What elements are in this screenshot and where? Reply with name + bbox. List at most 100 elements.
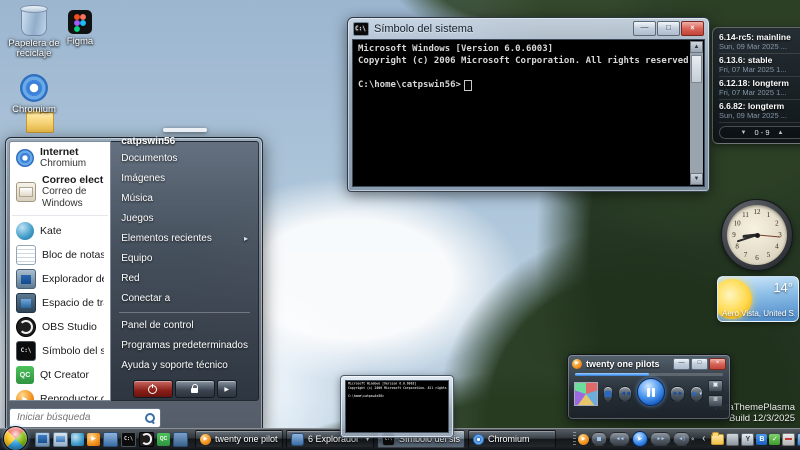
start-menu-place-item[interactable]: Panel de control xyxy=(111,316,258,336)
maximize-button[interactable]: □ xyxy=(691,358,708,370)
close-button[interactable]: × xyxy=(681,21,704,36)
taskbar-button[interactable]: Chromium xyxy=(468,430,556,448)
deskband-expand-icon[interactable]: » xyxy=(691,437,697,440)
taskbar-button[interactable]: twenty one pilots xyxy=(195,430,283,448)
scrollbar-thumb[interactable] xyxy=(691,55,702,83)
clock-gadget[interactable]: 121234567891011 xyxy=(721,199,793,271)
start-button[interactable] xyxy=(3,426,28,450)
minimize-button[interactable]: — xyxy=(673,358,690,370)
keyboard-icon[interactable] xyxy=(782,433,795,446)
start-search-box[interactable] xyxy=(9,408,161,428)
power-icon xyxy=(148,385,157,394)
session-options-button[interactable]: ▶ xyxy=(217,380,237,398)
weather-gadget[interactable]: 14° Aero Vista, United S... xyxy=(717,276,799,322)
desktop-icon[interactable]: Figma xyxy=(48,10,112,47)
deskband-volume-button[interactable]: ◄) xyxy=(673,432,690,446)
start-menu-place-item[interactable]: Documentos xyxy=(111,149,258,169)
folder-blue-icon[interactable] xyxy=(103,432,118,447)
start-menu-item[interactable]: Qt Creator xyxy=(10,363,110,387)
kernel-entry: 6.13.6: stable Fri, 07 Mar 2025 1... xyxy=(719,54,800,77)
user-name[interactable]: catpswin56 xyxy=(111,132,258,149)
submenu-arrow-icon: ▸ xyxy=(244,233,248,245)
close-button[interactable]: × xyxy=(709,358,726,370)
deskband-previous-button[interactable]: ◄◄ xyxy=(609,432,630,446)
deskband-next-button[interactable]: ►► xyxy=(650,432,671,446)
taskbar-button-label: twenty one pilots xyxy=(215,434,278,444)
desktop-icon-label: Chromium xyxy=(12,105,56,115)
update-icon[interactable] xyxy=(769,434,780,445)
volume-button[interactable]: ◄▾ xyxy=(690,386,703,402)
qtcreator-icon[interactable] xyxy=(157,433,170,446)
pager-next-button[interactable]: ▲ xyxy=(778,130,784,136)
switch-to-full-mode-button[interactable]: ▣ xyxy=(708,380,723,392)
start-menu-place-item[interactable]: Equipo xyxy=(111,249,258,269)
desktop-icon-label: Figma xyxy=(67,37,93,47)
terminal-scrollbar[interactable]: ▲ ▼ xyxy=(690,41,703,185)
media-player-titlebar[interactable]: twenty one pilots — □ × xyxy=(568,355,730,371)
display-icon[interactable] xyxy=(35,432,50,447)
scroll-down-icon[interactable]: ▼ xyxy=(690,173,703,185)
item-label: Kate xyxy=(40,225,62,237)
start-menu-place-item[interactable]: Programas predeterminados xyxy=(111,336,258,356)
start-menu-item[interactable] xyxy=(12,215,108,216)
terminal-titlebar[interactable]: Símbolo del sistema — □ × xyxy=(348,18,709,39)
next-button[interactable]: ►► xyxy=(670,386,684,402)
obs-icon[interactable] xyxy=(139,432,154,447)
start-menu-item[interactable]: Espacio de trabajo del escritorio Pla... xyxy=(10,291,110,315)
power-button[interactable] xyxy=(133,380,173,398)
start-menu-item[interactable]: Reproductor de Windows Media xyxy=(10,387,110,401)
seek-progress xyxy=(575,373,649,376)
start-menu-item[interactable]: Kate xyxy=(10,219,110,243)
media-title: twenty one pilots xyxy=(586,359,660,369)
maximize-button[interactable]: □ xyxy=(657,21,680,36)
start-menu-place-item[interactable]: Juegos xyxy=(111,209,258,229)
seek-bar[interactable] xyxy=(575,373,723,376)
start-menu-item[interactable]: Explorador de Windows xyxy=(10,267,110,291)
wmp-icon xyxy=(200,434,211,445)
terminal-thumbnail[interactable]: Microsoft Windows [Version 6.0.6003]Copy… xyxy=(345,380,449,433)
deskband-play-button[interactable]: ▶ xyxy=(632,431,648,447)
start-menu-item[interactable]: Símbolo del sistema xyxy=(10,339,110,363)
start-menu-place-item[interactable]: Música xyxy=(111,189,258,209)
chevron-left-icon[interactable] xyxy=(698,434,709,445)
kate-icon[interactable] xyxy=(71,433,84,446)
folder-icon[interactable] xyxy=(711,434,724,445)
battery-icon[interactable] xyxy=(726,433,739,446)
wmp-icon[interactable] xyxy=(87,433,100,446)
start-menu-place-item[interactable]: Conectar a xyxy=(111,289,258,309)
start-menu-item[interactable]: Bloc de notas xyxy=(10,243,110,267)
show-desktop-icon[interactable] xyxy=(53,432,68,447)
start-menu-place-item[interactable] xyxy=(119,312,250,313)
desktop: Papelera de reciclaje Figma Chromium Vis… xyxy=(0,0,800,450)
usb-icon[interactable] xyxy=(741,433,754,446)
start-menu-place-item[interactable]: Elementos recientes ▸ xyxy=(111,229,258,249)
bluetooth-icon[interactable] xyxy=(756,434,767,445)
start-menu-place-item[interactable]: Red xyxy=(111,269,258,289)
pager-prev-button[interactable]: ▼ xyxy=(741,130,747,136)
previous-button[interactable]: ◄◄ xyxy=(618,386,632,402)
terminal-output-area[interactable]: Microsoft Windows [Version 6.0.6003]Copy… xyxy=(352,39,705,187)
item-label: Internet xyxy=(40,146,86,158)
search-input[interactable] xyxy=(15,411,144,424)
cmd-icon[interactable] xyxy=(121,432,136,447)
app-icon[interactable] xyxy=(173,432,188,447)
scroll-up-icon[interactable]: ▲ xyxy=(690,41,703,53)
start-menu-place-item[interactable]: Imágenes xyxy=(111,169,258,189)
start-menu-item[interactable]: Internet Chromium xyxy=(10,144,110,172)
taskbar-button-label: Chromium xyxy=(488,434,551,444)
kernel-versions-gadget[interactable]: 6.14-rc5: mainline Sun, 09 Mar 2025 ... … xyxy=(712,27,800,144)
pause-button[interactable] xyxy=(637,378,665,406)
minimize-button[interactable]: — xyxy=(633,21,656,36)
start-menu-item[interactable]: Correo electrónico Correo de Windows xyxy=(10,172,110,212)
desktop-icon[interactable]: Chromium xyxy=(2,74,66,115)
playlist-button[interactable]: ≣ xyxy=(708,395,723,407)
lock-button[interactable] xyxy=(175,380,215,398)
start-menu-place-item[interactable]: Ayuda y soporte técnico xyxy=(111,356,258,376)
stop-button[interactable] xyxy=(603,386,613,402)
deskband-handle[interactable] xyxy=(573,432,576,446)
start-menu-item[interactable]: OBS Studio xyxy=(10,315,110,339)
desktop-icon[interactable] xyxy=(8,112,72,133)
kernel-version: 6.6.82: longterm xyxy=(719,101,800,111)
deskband-stop-button[interactable] xyxy=(591,432,607,446)
session-buttons: ▶ xyxy=(111,376,258,401)
